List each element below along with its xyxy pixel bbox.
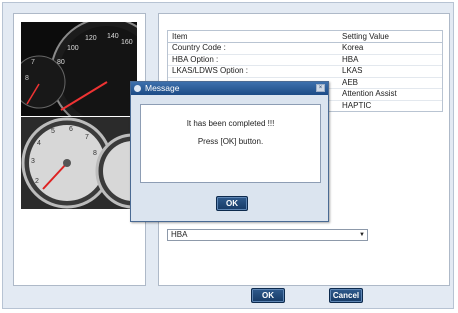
option-select[interactable]: HBA ▼ [167, 229, 368, 241]
table-cell: AEB [342, 77, 359, 87]
svg-text:7: 7 [85, 134, 89, 141]
cancel-button[interactable]: Cancel [329, 288, 363, 303]
svg-text:4: 4 [37, 140, 41, 147]
dialog-message-line2: Press [OK] button. [197, 137, 264, 146]
table-row: HBA Option : HBA [168, 54, 442, 66]
svg-text:160: 160 [121, 39, 133, 46]
svg-text:7: 7 [31, 59, 35, 66]
svg-text:5: 5 [51, 128, 55, 135]
table-cell: Attention Assist [342, 89, 397, 98]
table-cell: Country Code : [172, 43, 226, 52]
svg-text:100: 100 [67, 45, 79, 52]
svg-text:140: 140 [107, 33, 119, 40]
message-icon [134, 85, 141, 92]
svg-text:2: 2 [35, 178, 39, 185]
dialog-message-line1: It has been completed !!! [186, 119, 275, 128]
dialog-ok-button[interactable]: OK [216, 196, 248, 211]
table-cell: LKAS/LDWS Option : [172, 66, 249, 75]
svg-text:3: 3 [31, 158, 35, 165]
svg-text:120: 120 [85, 35, 97, 42]
table-cell: HBA Option : [172, 54, 219, 64]
app-window: 406080 100120140 160 8 7 234 5678 [2, 2, 454, 309]
option-select-value: HBA [171, 230, 188, 239]
image-panel: 406080 100120140 160 8 7 234 5678 [13, 13, 146, 286]
chevron-down-icon[interactable]: ▼ [359, 230, 365, 240]
dialog-title: Message [145, 83, 180, 93]
message-dialog: Message × It has been completed !!! Pres… [130, 81, 329, 222]
table-header: Item Setting Value [168, 31, 442, 43]
speedometer-photo: 406080 100120140 160 8 7 [21, 22, 137, 116]
column-header-item: Item [172, 32, 188, 41]
close-icon[interactable]: × [316, 84, 325, 92]
dialog-title-bar: Message × [131, 82, 328, 95]
table-row: Country Code : Korea [168, 43, 442, 55]
table-cell: HBA [342, 54, 359, 64]
svg-text:8: 8 [93, 150, 97, 157]
table-row: LKAS/LDWS Option : LKAS [168, 66, 442, 78]
column-header-setting-value: Setting Value [342, 32, 389, 41]
dialog-message-box: It has been completed !!! Press [OK] but… [140, 104, 321, 183]
svg-text:6: 6 [69, 126, 73, 133]
table-cell: LKAS [342, 66, 363, 75]
table-cell: HAPTIC [342, 100, 372, 110]
svg-text:8: 8 [25, 75, 29, 82]
ok-button[interactable]: OK [251, 288, 285, 303]
table-cell: Korea [342, 43, 364, 52]
tachometer-photo: 2 3 4 5 6 7 8 [21, 117, 137, 209]
